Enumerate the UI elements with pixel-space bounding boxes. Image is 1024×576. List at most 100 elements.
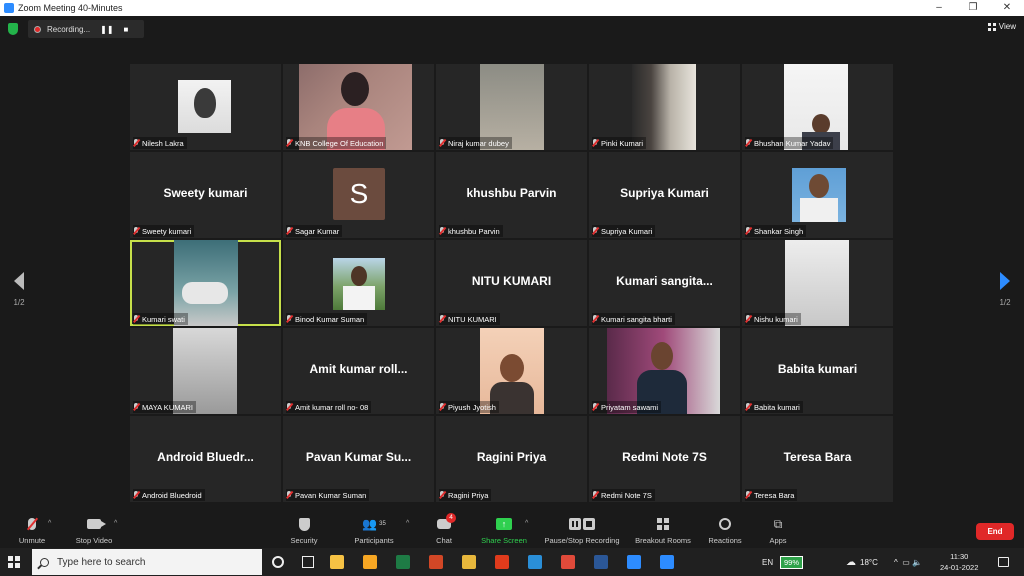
next-page-button[interactable]: 1/2 xyxy=(994,272,1016,307)
participant-name: Shankar Singh xyxy=(754,226,804,236)
pause-stop-recording-button[interactable]: Pause/Stop Recording xyxy=(540,516,624,545)
participant-name-label: Bhushan Kumar Yadav xyxy=(745,137,834,149)
system-tray-icons[interactable]: ^ ▭ 🔈 xyxy=(894,548,922,576)
participants-label: Participants xyxy=(354,536,394,545)
muted-mic-icon xyxy=(439,403,445,411)
gallery-grid: Nilesh Lakra KNB College Of Education Nira… xyxy=(130,64,894,502)
edge-app-icon[interactable] xyxy=(528,555,542,569)
participant-name: Supriya Kumari xyxy=(601,226,653,236)
chevron-up-icon: ^ xyxy=(894,557,898,567)
pause-stop-recording-icon xyxy=(569,518,595,530)
participant-tile[interactable]: MAYA KUMARI xyxy=(130,328,281,414)
muted-mic-icon xyxy=(745,227,751,235)
participant-tile[interactable]: Supriya Kumari Supriya Kumari xyxy=(589,152,740,238)
participant-tile[interactable]: Pinki Kumari xyxy=(589,64,740,150)
participant-tile[interactable]: Priyatam sawami xyxy=(589,328,740,414)
participant-tile[interactable]: Sweety kumari Sweety kumari xyxy=(130,152,281,238)
audio-options-caret[interactable]: ^ xyxy=(48,520,51,527)
end-meeting-button[interactable]: End xyxy=(976,523,1014,540)
participants-options-caret[interactable]: ^ xyxy=(406,520,409,527)
participant-tile[interactable]: Shankar Singh xyxy=(742,152,893,238)
participant-name: Nilesh Lakra xyxy=(142,138,184,148)
network-icon: ▭ xyxy=(902,557,910,567)
zoom-meeting-app-icon[interactable] xyxy=(660,555,674,569)
muted-mic-icon xyxy=(439,491,445,499)
participant-tile[interactable]: Pavan Kumar Su... Pavan Kumar Suman xyxy=(283,416,434,502)
participant-tile[interactable]: Bhushan Kumar Yadav xyxy=(742,64,893,150)
participant-tile[interactable]: Redmi Note 7S Redmi Note 7S xyxy=(589,416,740,502)
pause-recording-button[interactable]: ❚❚ xyxy=(100,25,113,34)
battery-indicator[interactable]: 99% xyxy=(780,548,804,576)
weather-widget[interactable]: ☁ 18°C xyxy=(846,548,878,576)
maximize-button[interactable]: ❐ xyxy=(956,0,990,16)
participant-tile[interactable]: Nishu kumari xyxy=(742,240,893,326)
chrome-app-icon[interactable] xyxy=(561,555,575,569)
close-button[interactable]: ✕ xyxy=(990,0,1024,16)
notification-center-icon[interactable] xyxy=(998,557,1009,567)
muted-mic-icon xyxy=(28,518,36,530)
participant-name-label: Kumari swati xyxy=(133,313,188,325)
participant-name-label: Binod Kumar Suman xyxy=(286,313,368,325)
muted-mic-icon xyxy=(286,315,292,323)
participant-tile[interactable]: Nilesh Lakra xyxy=(130,64,281,150)
participant-display-name: Teresa Bara xyxy=(783,450,852,464)
participant-tile[interactable]: Babita kumari Babita kumari xyxy=(742,328,893,414)
participant-name: Pavan Kumar Suman xyxy=(295,490,367,500)
apps-button[interactable]: ⧉ Apps xyxy=(760,516,796,546)
powerpoint-app-icon[interactable] xyxy=(429,555,443,569)
previous-page-button[interactable]: 1/2 xyxy=(8,272,30,307)
breakout-rooms-button[interactable]: Breakout Rooms xyxy=(632,516,694,545)
encryption-shield-icon[interactable] xyxy=(8,23,18,35)
participant-tile[interactable]: Niraj kumar dubey xyxy=(436,64,587,150)
participant-tile[interactable]: S Sagar Kumar xyxy=(283,152,434,238)
store-app-icon[interactable] xyxy=(363,555,377,569)
participant-tile[interactable]: Binod Kumar Suman xyxy=(283,240,434,326)
stop-recording-button[interactable]: ■ xyxy=(124,25,129,34)
file-explorer-app-icon[interactable] xyxy=(330,555,344,569)
participant-tile[interactable]: KNB College Of Education xyxy=(283,64,434,150)
word-app-icon[interactable] xyxy=(594,555,608,569)
taskbar-clock[interactable]: 11:30 24-01-2022 xyxy=(940,551,978,573)
windows-start-icon[interactable] xyxy=(8,556,20,568)
share-options-caret[interactable]: ^ xyxy=(525,520,528,527)
participant-tile[interactable]: Kumari swati xyxy=(130,240,281,326)
muted-mic-icon xyxy=(745,491,751,499)
participant-display-name: Amit kumar roll... xyxy=(309,362,408,376)
participant-tile[interactable]: NITU KUMARI NITU KUMARI xyxy=(436,240,587,326)
participant-tile[interactable]: khushbu Parvin khushbu Parvin xyxy=(436,152,587,238)
recording-dot-icon xyxy=(34,25,41,33)
task-view-icon[interactable] xyxy=(302,556,314,568)
taskbar-search-box[interactable]: Type here to search xyxy=(32,549,262,575)
participant-tile[interactable]: Android Bluedr... Android Bluedroid xyxy=(130,416,281,502)
zoom-app-icon[interactable] xyxy=(627,555,641,569)
recording-indicator: Recording... ❚❚ ■ xyxy=(28,20,144,38)
folder-app-icon[interactable] xyxy=(462,555,476,569)
participant-name-label: Niraj kumar dubey xyxy=(439,137,512,149)
share-screen-button[interactable]: ↑ Share Screen xyxy=(476,516,532,545)
participant-tile[interactable]: Kumari sangita... Kumari sangita bharti xyxy=(589,240,740,326)
stop-video-label: Stop Video xyxy=(75,536,113,545)
participant-name-label: Nishu kumari xyxy=(745,313,801,325)
participant-tile[interactable]: Ragini Priya Ragini Priya xyxy=(436,416,587,502)
share-screen-icon: ↑ xyxy=(496,518,512,530)
view-button[interactable]: View xyxy=(987,22,1016,31)
video-options-caret[interactable]: ^ xyxy=(114,520,117,527)
apps-label: Apps xyxy=(769,536,787,545)
participant-tile[interactable]: Amit kumar roll... Amit kumar roll no- 08 xyxy=(283,328,434,414)
office-app-icon[interactable] xyxy=(495,555,509,569)
participant-display-name: Pavan Kumar Su... xyxy=(305,450,412,464)
minimize-button[interactable]: – xyxy=(922,0,956,16)
stop-video-button[interactable]: Stop Video xyxy=(68,516,120,545)
excel-app-icon[interactable] xyxy=(396,555,410,569)
participant-name-label: Sagar Kumar xyxy=(286,225,343,237)
participant-tile[interactable]: Teresa Bara Teresa Bara xyxy=(742,416,893,502)
cortana-icon[interactable] xyxy=(272,556,284,568)
participant-tile[interactable]: Piyush Jyotish xyxy=(436,328,587,414)
language-label: EN xyxy=(762,557,774,567)
chat-button[interactable]: 4 Chat xyxy=(424,513,464,545)
security-button[interactable]: Security xyxy=(284,516,324,545)
language-indicator[interactable]: EN xyxy=(762,548,773,576)
participants-button[interactable]: 👥 35 Participants xyxy=(348,516,400,545)
reactions-button[interactable]: Reactions xyxy=(704,516,746,545)
title-bar: Zoom Meeting 40-Minutes – ❐ ✕ xyxy=(0,0,1024,16)
